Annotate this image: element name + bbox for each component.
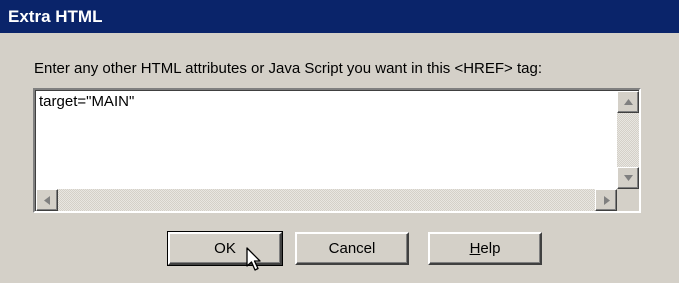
scroll-left-button[interactable]	[36, 189, 58, 211]
triangle-up-icon	[624, 99, 633, 105]
ok-button[interactable]: OK	[167, 231, 283, 266]
cancel-button[interactable]: Cancel	[295, 232, 409, 265]
textarea-value[interactable]: target="MAIN"	[39, 93, 134, 110]
extra-html-dialog: Extra HTML Enter any other HTML attribut…	[0, 0, 679, 283]
triangle-left-icon	[44, 196, 50, 205]
html-attributes-textarea[interactable]: target="MAIN"	[33, 88, 641, 213]
triangle-right-icon	[604, 196, 610, 205]
help-button[interactable]: Help	[428, 232, 542, 265]
scroll-down-button[interactable]	[617, 167, 639, 189]
help-label: elp	[480, 240, 501, 257]
vertical-scrollbar[interactable]	[617, 91, 639, 189]
mouse-pointer-icon	[246, 247, 261, 271]
scroll-up-button[interactable]	[617, 91, 639, 113]
instruction-label: Enter any other HTML attributes or Java …	[34, 60, 543, 77]
scroll-right-button[interactable]	[595, 189, 617, 211]
dialog-title: Extra HTML	[0, 0, 679, 33]
help-mnemonic: H	[469, 240, 481, 257]
horizontal-scrollbar[interactable]	[36, 189, 617, 211]
scrollbar-corner	[617, 189, 639, 211]
textarea-frame: target="MAIN"	[35, 90, 639, 211]
triangle-down-icon	[624, 175, 633, 181]
